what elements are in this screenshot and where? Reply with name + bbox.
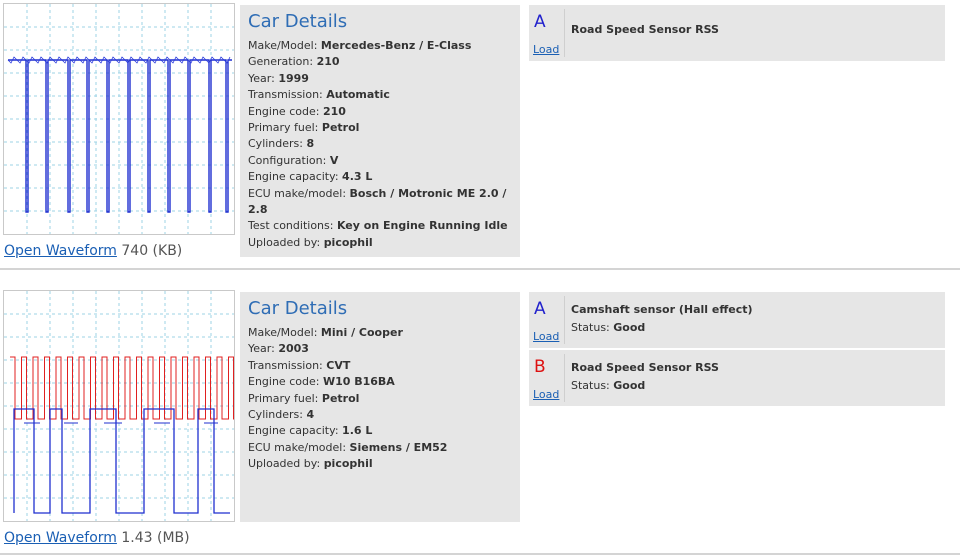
detail-row: Engine code: 210 — [248, 104, 346, 118]
detail-row: Engine capacity: 4.3 L — [248, 170, 373, 184]
detail-row: Cylinders: 8 — [248, 137, 315, 151]
file-size: 1.43 (MB) — [121, 530, 190, 546]
detail-row: Cylinders: 4 — [248, 408, 315, 422]
detail-row: ECU make/model: Siemens / EM52 — [248, 440, 448, 454]
detail-row: Configuration: V — [248, 153, 339, 167]
channel-divider — [564, 296, 565, 344]
channel-letter: A — [534, 299, 546, 319]
open-waveform-link[interactable]: Open Waveform — [4, 243, 117, 259]
channel-name: Road Speed Sensor RSS — [571, 361, 719, 374]
channel-divider — [564, 354, 565, 402]
waveform-blue-icon — [4, 4, 234, 234]
detail-row: Primary fuel: Petrol — [248, 391, 360, 405]
waveform-thumbnail[interactable] — [3, 290, 235, 522]
channel-divider — [564, 9, 565, 57]
channel-letter: A — [534, 12, 546, 32]
channel-letter: B — [534, 357, 546, 377]
detail-row: Engine capacity: 1.6 L — [248, 424, 373, 438]
channel-card-b: B Load Road Speed Sensor RSS Status: Goo… — [529, 350, 945, 406]
detail-row: Transmission: CVT — [248, 358, 351, 372]
detail-row: ECU make/model: Bosch / Motronic ME 2.0 … — [248, 186, 507, 217]
channel-name: Road Speed Sensor RSS — [571, 23, 719, 36]
channel-card-a: A Load Camshaft sensor (Hall effect) Sta… — [529, 292, 945, 348]
waveform-red-blue-icon — [4, 291, 234, 521]
detail-row: Primary fuel: Petrol — [248, 121, 360, 135]
detail-row: Engine code: W10 B16BA — [248, 375, 395, 389]
open-waveform-row: Open Waveform 740 (KB) — [4, 243, 182, 259]
car-details-panel: Car Details Make/Model: Mercedes-Benz / … — [240, 5, 520, 258]
detail-row: Year: 1999 — [248, 71, 309, 85]
detail-row: Transmission: Automatic — [248, 88, 390, 102]
channel-status: Status: Good — [571, 321, 646, 334]
detail-row: Year: 2003 — [248, 342, 309, 356]
load-link[interactable]: Load — [533, 43, 559, 56]
car-details-title: Car Details — [248, 298, 348, 319]
file-size: 740 (KB) — [121, 243, 183, 259]
waveform-entry: Open Waveform 1.43 (MB) Car Details Make… — [0, 287, 960, 555]
detail-row: Uploaded by: picophil — [248, 457, 373, 471]
channel-name: Camshaft sensor (Hall effect) — [571, 303, 753, 316]
open-waveform-link[interactable]: Open Waveform — [4, 530, 117, 546]
detail-row: Generation: 210 — [248, 55, 340, 69]
waveform-entry: Open Waveform 740 (KB) Car Details Make/… — [0, 0, 960, 270]
channel-card-a: A Load Road Speed Sensor RSS — [529, 5, 945, 61]
load-link[interactable]: Load — [533, 388, 559, 401]
waveform-thumbnail[interactable] — [3, 3, 235, 235]
detail-row: Make/Model: Mini / Cooper — [248, 326, 403, 339]
detail-row: Make/Model: Mercedes-Benz / E-Class — [248, 39, 472, 52]
car-details-panel: Car Details Make/Model: Mini / Cooper Ye… — [240, 292, 520, 522]
car-details-title: Car Details — [248, 11, 348, 32]
entry-divider — [0, 268, 960, 270]
open-waveform-row: Open Waveform 1.43 (MB) — [4, 530, 190, 546]
channel-status: Status: Good — [571, 379, 646, 392]
detail-row: Uploaded by: picophil — [248, 235, 373, 249]
detail-row: Test conditions: Key on Engine Running I… — [248, 219, 508, 233]
load-link[interactable]: Load — [533, 330, 559, 343]
